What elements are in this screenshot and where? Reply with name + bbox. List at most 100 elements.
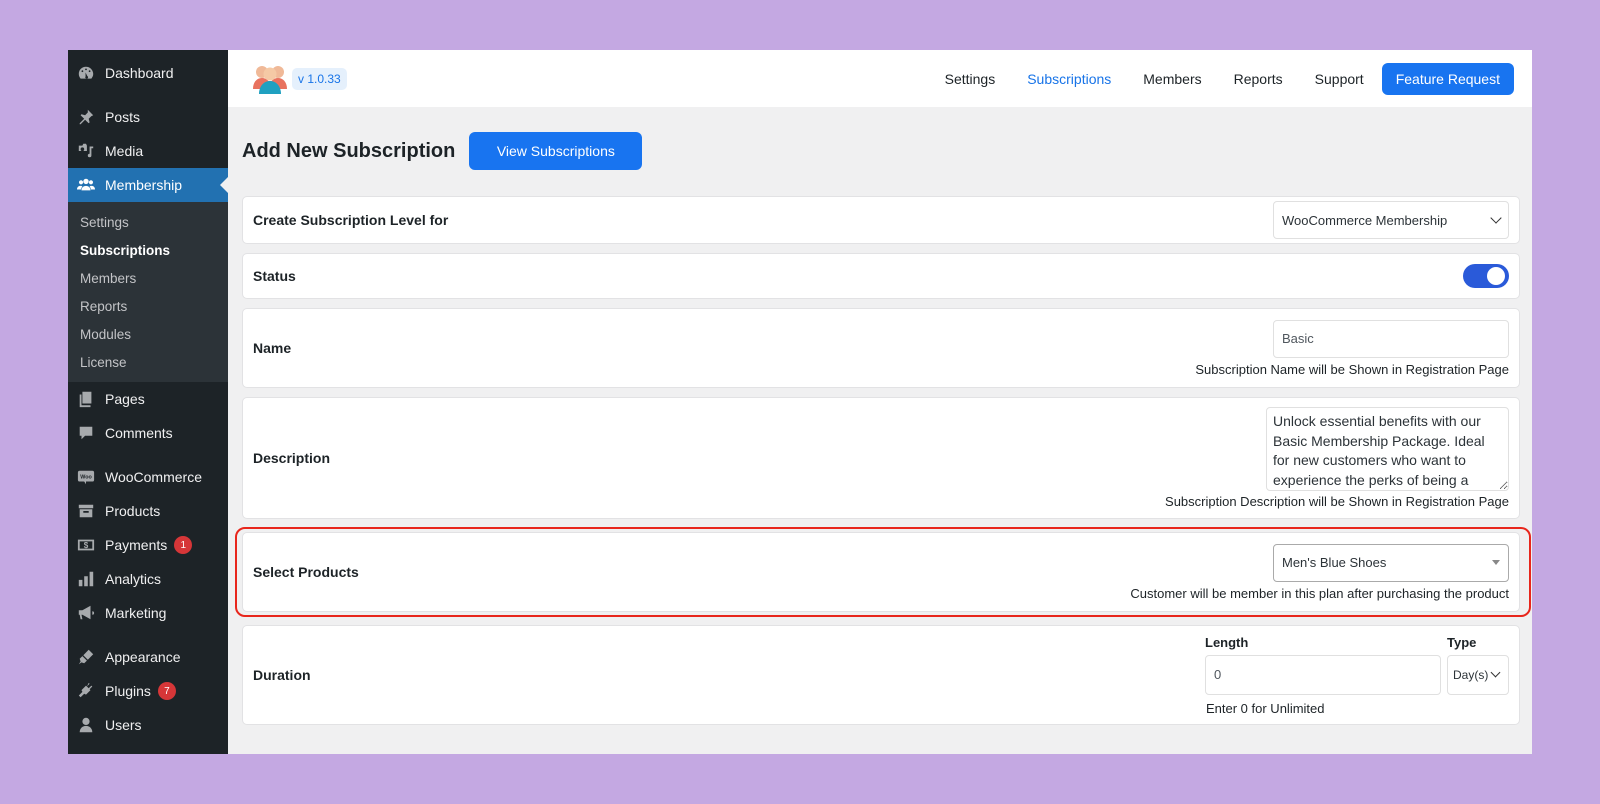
select-products-label: Select Products [253,564,359,580]
duration-type-select[interactable]: Day(s) [1447,654,1509,695]
nav-reports[interactable]: Reports [1234,71,1283,87]
sidebar-item-label: Pages [105,391,145,407]
submenu-item-modules[interactable]: Modules [68,320,228,348]
top-nav: Settings Subscriptions Members Reports S… [913,62,1514,95]
sidebar-item-pages[interactable]: Pages [68,382,228,416]
sidebar-item-comments[interactable]: Comments [68,416,228,450]
svg-text:Woo: Woo [80,474,92,480]
plug-icon [76,681,96,701]
duration-type-value: Day(s) [1453,667,1489,682]
sidebar-item-posts[interactable]: Posts [68,100,228,134]
pages-icon [76,389,96,409]
length-label: Length [1205,634,1249,650]
status-toggle[interactable] [1463,264,1509,288]
sidebar-item-label: Comments [105,425,173,441]
sidebar-item-label: Membership [105,177,183,193]
submenu-item-settings[interactable]: Settings [68,208,228,236]
sidebar-item-media[interactable]: Media [68,134,228,168]
subscription-level-label: Create Subscription Level for [253,212,449,228]
name-input[interactable] [1273,319,1509,358]
sidebar-item-label: Plugins [105,683,151,699]
page-content: Add New Subscription View Subscriptions … [228,107,1532,734]
nav-members[interactable]: Members [1143,71,1201,87]
admin-sidebar: Dashboard Posts Media Membership Setting… [68,50,228,754]
sidebar-item-users[interactable]: Users [68,708,228,742]
length-input[interactable] [1205,654,1441,695]
sidebar-item-label: Appearance [105,649,181,665]
comment-icon [76,423,96,443]
app-window: Dashboard Posts Media Membership Setting… [68,50,1532,754]
length-help-text: Enter 0 for Unlimited [1206,700,1325,716]
subscription-level-select[interactable]: WooCommerce Membership [1273,201,1509,239]
sidebar-item-label: Posts [105,109,141,125]
name-help-text: Subscription Name will be Shown in Regis… [1195,361,1509,377]
products-help-text: Customer will be member in this plan aft… [1130,585,1509,601]
sidebar-item-label: Payments [105,537,168,553]
type-label: Type [1447,634,1477,650]
main-area: v 1.0.33 Settings Subscriptions Members … [228,50,1532,754]
sidebar-item-label: Users [105,717,142,733]
dropdown-arrow-icon [1492,560,1500,565]
sidebar-item-plugins[interactable]: Plugins 7 [68,674,228,708]
sidebar-item-products[interactable]: Products [68,494,228,528]
plugins-count-badge: 7 [157,682,176,700]
dashboard-icon [76,63,96,83]
page-title: Add New Subscription [242,139,456,162]
products-select-value: Men's Blue Shoes [1282,555,1387,570]
plugin-logo-icon [253,65,287,94]
media-icon [76,141,96,161]
status-row: Status [242,253,1520,299]
payments-count-badge: 1 [174,536,193,554]
description-label: Description [253,450,331,466]
sidebar-item-membership[interactable]: Membership [68,168,228,202]
nav-subscriptions[interactable]: Subscriptions [1027,71,1111,87]
sidebar-item-marketing[interactable]: Marketing [68,596,228,630]
feature-request-button[interactable]: Feature Request [1381,62,1514,95]
nav-settings[interactable]: Settings [945,71,996,87]
sidebar-item-label: Media [105,143,144,159]
bar-chart-icon [76,569,96,589]
chevron-down-icon [1490,667,1501,678]
description-textarea[interactable]: Unlock essential benefits with our Basic… [1266,407,1509,491]
status-label: Status [253,268,296,284]
megaphone-icon [76,603,96,623]
sidebar-item-analytics[interactable]: Analytics [68,562,228,596]
name-row: Name Subscription Name will be Shown in … [242,308,1520,388]
subscription-level-row: Create Subscription Level for WooCommerc… [242,196,1520,244]
duration-row: Duration Length Type Day(s) Enter 0 for … [242,625,1520,725]
plugin-header: v 1.0.33 Settings Subscriptions Members … [228,50,1532,107]
users-icon [76,175,96,195]
name-label: Name [253,340,292,356]
membership-submenu: Settings Subscriptions Members Reports M… [68,202,228,382]
submenu-item-license[interactable]: License [68,348,228,376]
sidebar-item-label: Analytics [105,571,162,587]
sidebar-item-label: Products [105,503,161,519]
sidebar-item-appearance[interactable]: Appearance [68,640,228,674]
svg-text:$: $ [84,541,89,550]
description-help-text: Subscription Description will be Shown i… [1165,494,1509,509]
brush-icon [76,647,96,667]
woo-icon: Woo [76,467,96,487]
submenu-item-subscriptions[interactable]: Subscriptions [68,236,228,264]
select-products-row: Select Products Men's Blue Shoes Custome… [235,527,1531,617]
products-select[interactable]: Men's Blue Shoes [1273,543,1509,582]
submenu-item-members[interactable]: Members [68,264,228,292]
user-icon [76,715,96,735]
sidebar-item-woocommerce[interactable]: Woo WooCommerce [68,460,228,494]
pin-icon [76,107,96,127]
sidebar-item-payments[interactable]: $ Payments 1 [68,528,228,562]
nav-support[interactable]: Support [1315,71,1364,87]
sidebar-item-label: Marketing [105,605,167,621]
chevron-down-icon [1490,212,1502,224]
sidebar-item-label: Dashboard [105,65,174,81]
page-header: Add New Subscription View Subscriptions [242,132,1520,170]
version-badge: v 1.0.33 [292,67,347,90]
archive-icon [76,501,96,521]
sidebar-item-dashboard[interactable]: Dashboard [68,56,228,90]
duration-label: Duration [253,667,311,683]
sidebar-item-label: WooCommerce [105,469,202,485]
dollar-icon: $ [76,535,96,555]
subscription-level-value: WooCommerce Membership [1282,212,1448,228]
view-subscriptions-button[interactable]: View Subscriptions [469,132,643,170]
submenu-item-reports[interactable]: Reports [68,292,228,320]
